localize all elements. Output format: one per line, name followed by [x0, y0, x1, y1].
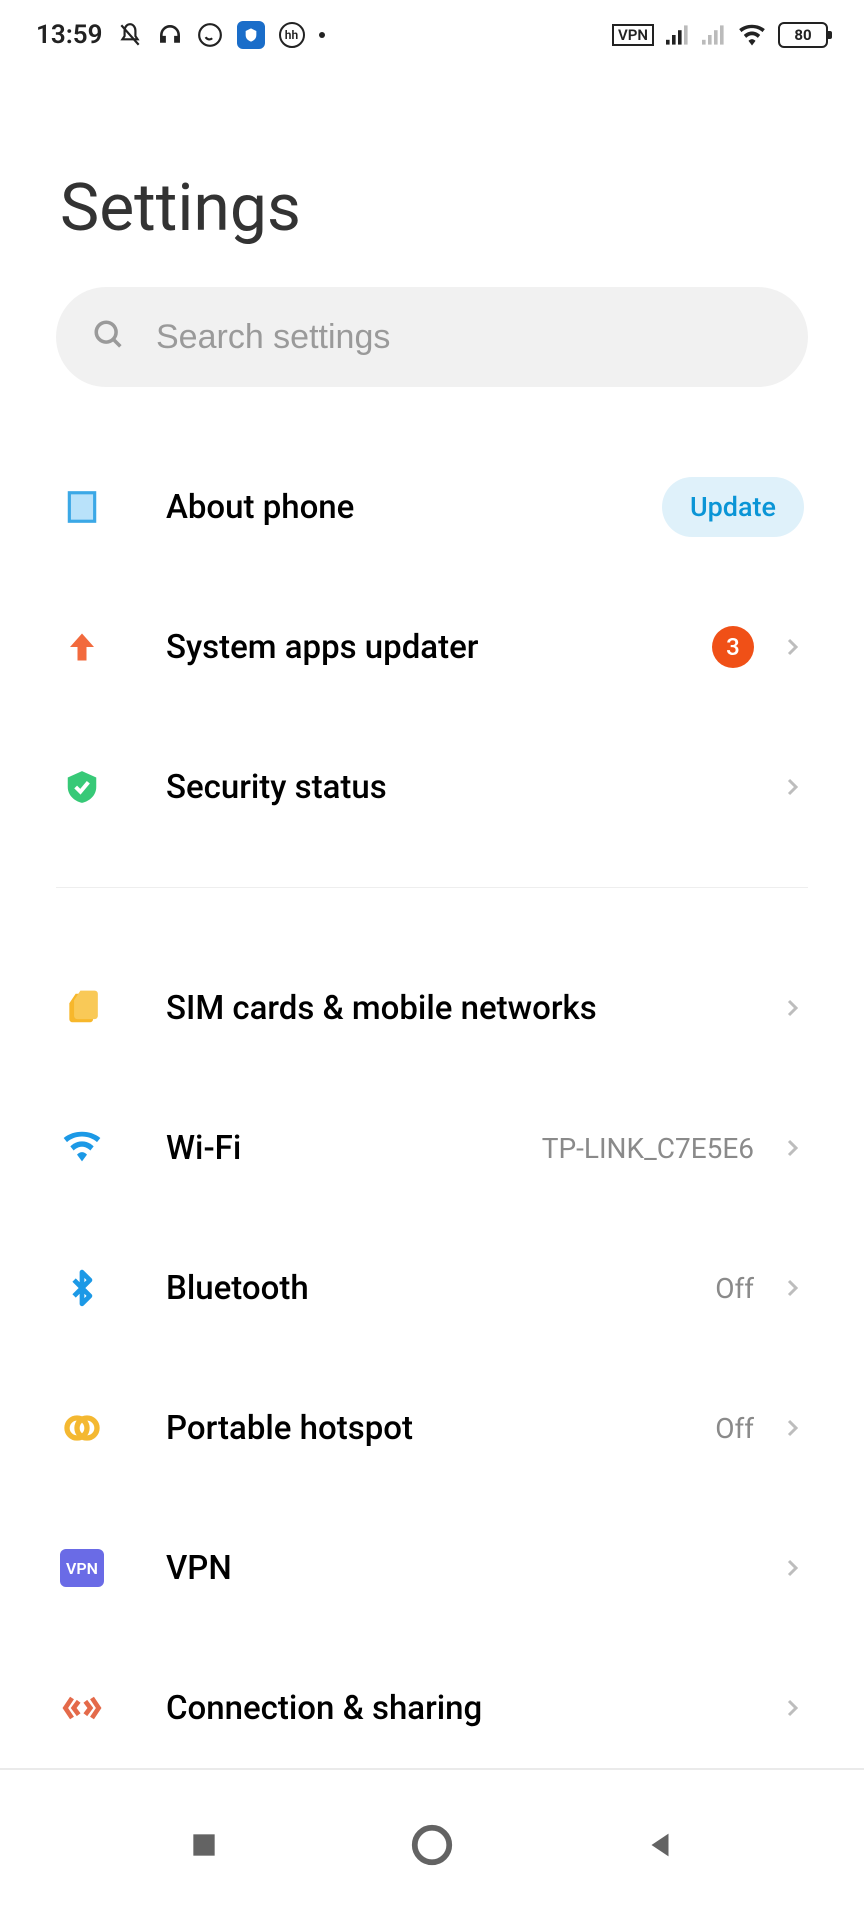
- status-time: 13:59: [36, 20, 103, 50]
- chevron-right-icon: [780, 775, 804, 799]
- mute-icon: [117, 22, 143, 48]
- hotspot-icon: [60, 1406, 104, 1450]
- hh-icon: hh: [279, 22, 305, 48]
- wifi-status-icon: [738, 24, 766, 46]
- settings-item-connection-sharing[interactable]: Connection & sharing: [0, 1638, 864, 1778]
- settings-item-system-apps-updater[interactable]: System apps updater 3: [0, 577, 864, 717]
- more-notifications-icon: [319, 32, 325, 38]
- chevron-right-icon: [780, 1136, 804, 1160]
- settings-item-label: Security status: [166, 768, 780, 807]
- settings-item-security-status[interactable]: Security status: [0, 717, 864, 857]
- chevron-right-icon: [780, 1276, 804, 1300]
- security-app-icon: [237, 21, 265, 49]
- settings-item-wifi[interactable]: Wi-Fi TP-LINK_C7E5E6: [0, 1078, 864, 1218]
- battery-icon: 80: [778, 22, 828, 48]
- search-bar[interactable]: [56, 287, 808, 387]
- status-right: VPN 80: [612, 22, 828, 48]
- page-title: Settings: [0, 70, 864, 287]
- chevron-right-icon: [780, 1416, 804, 1440]
- bluetooth-icon: [60, 1266, 104, 1310]
- recent-apps-button[interactable]: [174, 1815, 234, 1875]
- settings-item-about-phone[interactable]: About phone Update: [0, 437, 864, 577]
- arrow-up-icon: [60, 625, 104, 669]
- chevron-right-icon: [780, 1556, 804, 1580]
- settings-item-portable-hotspot[interactable]: Portable hotspot Off: [0, 1358, 864, 1498]
- vpn-icon: VPN: [60, 1546, 104, 1590]
- settings-item-value: Off: [715, 1272, 754, 1305]
- settings-item-label: About phone: [166, 488, 662, 527]
- update-pill[interactable]: Update: [662, 477, 804, 537]
- signal-1-icon: [666, 24, 690, 46]
- count-badge: 3: [712, 626, 754, 668]
- search-icon: [92, 318, 126, 356]
- whatsapp-icon: [197, 22, 223, 48]
- sim-icon: [60, 986, 104, 1030]
- back-button[interactable]: [630, 1815, 690, 1875]
- signal-2-icon: [702, 24, 726, 46]
- home-button[interactable]: [402, 1815, 462, 1875]
- settings-item-label: Portable hotspot: [166, 1409, 715, 1448]
- wifi-icon: [60, 1126, 104, 1170]
- settings-item-label: VPN: [166, 1549, 780, 1588]
- system-nav-bar: [0, 1770, 864, 1920]
- settings-item-bluetooth[interactable]: Bluetooth Off: [0, 1218, 864, 1358]
- connection-icon: [60, 1686, 104, 1730]
- settings-item-label: System apps updater: [166, 628, 712, 667]
- chevron-right-icon: [780, 996, 804, 1020]
- status-left: 13:59 hh: [36, 20, 325, 50]
- chevron-right-icon: [780, 1696, 804, 1720]
- search-input[interactable]: [156, 318, 772, 357]
- divider: [56, 887, 808, 888]
- headphones-icon: [157, 22, 183, 48]
- chevron-right-icon: [780, 635, 804, 659]
- phone-icon: [60, 485, 104, 529]
- shield-check-icon: [60, 765, 104, 809]
- settings-item-vpn[interactable]: VPN VPN: [0, 1498, 864, 1638]
- settings-item-label: Wi-Fi: [166, 1129, 542, 1168]
- settings-item-label: Bluetooth: [166, 1269, 715, 1308]
- settings-item-label: SIM cards & mobile networks: [166, 989, 780, 1028]
- status-bar: 13:59 hh VPN 80: [0, 0, 864, 70]
- settings-item-sim-cards[interactable]: SIM cards & mobile networks: [0, 938, 864, 1078]
- settings-item-value: Off: [715, 1412, 754, 1445]
- vpn-status-icon: VPN: [612, 24, 654, 46]
- settings-item-value: TP-LINK_C7E5E6: [542, 1132, 754, 1165]
- settings-item-label: Connection & sharing: [166, 1689, 780, 1728]
